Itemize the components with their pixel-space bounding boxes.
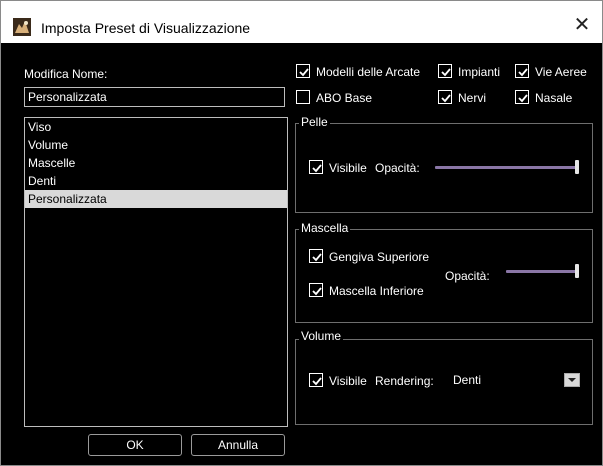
gengiva-superiore-label: Gengiva Superiore [329,250,430,264]
title-bar: Imposta Preset di Visualizzazione ✕ [1,1,602,43]
name-input[interactable]: Personalizzata [24,87,285,107]
list-item[interactable]: Volume [25,136,287,154]
pelle-opacity-thumb[interactable] [575,160,579,174]
mascella-group-title: Mascella [299,221,351,235]
list-item[interactable]: Viso [25,118,287,136]
abo-base-checkbox[interactable] [296,90,310,104]
nervi-checkbox[interactable] [438,90,452,104]
vie-aeree-label: Vie Aeree [535,65,587,79]
gengiva-superiore-checkbox[interactable] [309,249,323,263]
preset-list[interactable]: Viso Volume Mascelle Denti Personalizzat… [24,117,288,427]
list-item-selected[interactable]: Personalizzata [25,190,287,208]
pelle-group-title: Pelle [299,115,330,129]
mascella-inferiore-checkbox[interactable] [309,283,323,297]
list-item[interactable]: Denti [25,172,287,190]
impianti-label: Impianti [458,65,501,79]
rendering-select-value: Denti [453,373,482,387]
pelle-visibile-checkbox[interactable] [309,160,323,174]
mascella-opacity-track[interactable] [506,270,577,273]
window-title: Imposta Preset di Visualizzazione [41,20,251,36]
mascella-opacity-thumb[interactable] [575,264,579,278]
list-item[interactable]: Mascelle [25,154,287,172]
volume-group-title: Volume [299,329,344,343]
volume-visibile-checkbox[interactable] [309,373,323,387]
pelle-opacity-label: Opacità: [375,161,420,175]
dialog-content: Modifica Nome: Personalizzata Viso Volum… [1,43,602,465]
nasale-label: Nasale [535,91,573,105]
close-icon[interactable]: ✕ [570,14,594,38]
pelle-opacity-track[interactable] [435,166,577,169]
nervi-label: Nervi [458,91,487,105]
ok-button[interactable]: OK [88,434,182,456]
chevron-down-icon[interactable] [564,373,580,387]
volume-visibile-label: Visibile [329,374,367,388]
rendering-label: Rendering: [375,374,434,388]
app-icon [13,18,31,36]
modelli-arcate-label: Modelli delle Arcate [316,65,421,79]
name-label: Modifica Nome: [24,67,108,81]
modelli-arcate-checkbox[interactable] [296,64,310,78]
mascella-inferiore-label: Mascella Inferiore [329,284,424,298]
vie-aeree-checkbox[interactable] [515,64,529,78]
mascella-group [295,229,593,323]
pelle-visibile-label: Visibile [329,161,367,175]
nasale-checkbox[interactable] [515,90,529,104]
mascella-opacity-label: Opacità: [445,269,490,283]
dialog-window: Imposta Preset di Visualizzazione ✕ Modi… [0,0,603,466]
cancel-button[interactable]: Annulla [191,434,285,456]
abo-base-label: ABO Base [316,91,373,105]
impianti-checkbox[interactable] [438,64,452,78]
rendering-select[interactable]: Denti [449,371,581,389]
